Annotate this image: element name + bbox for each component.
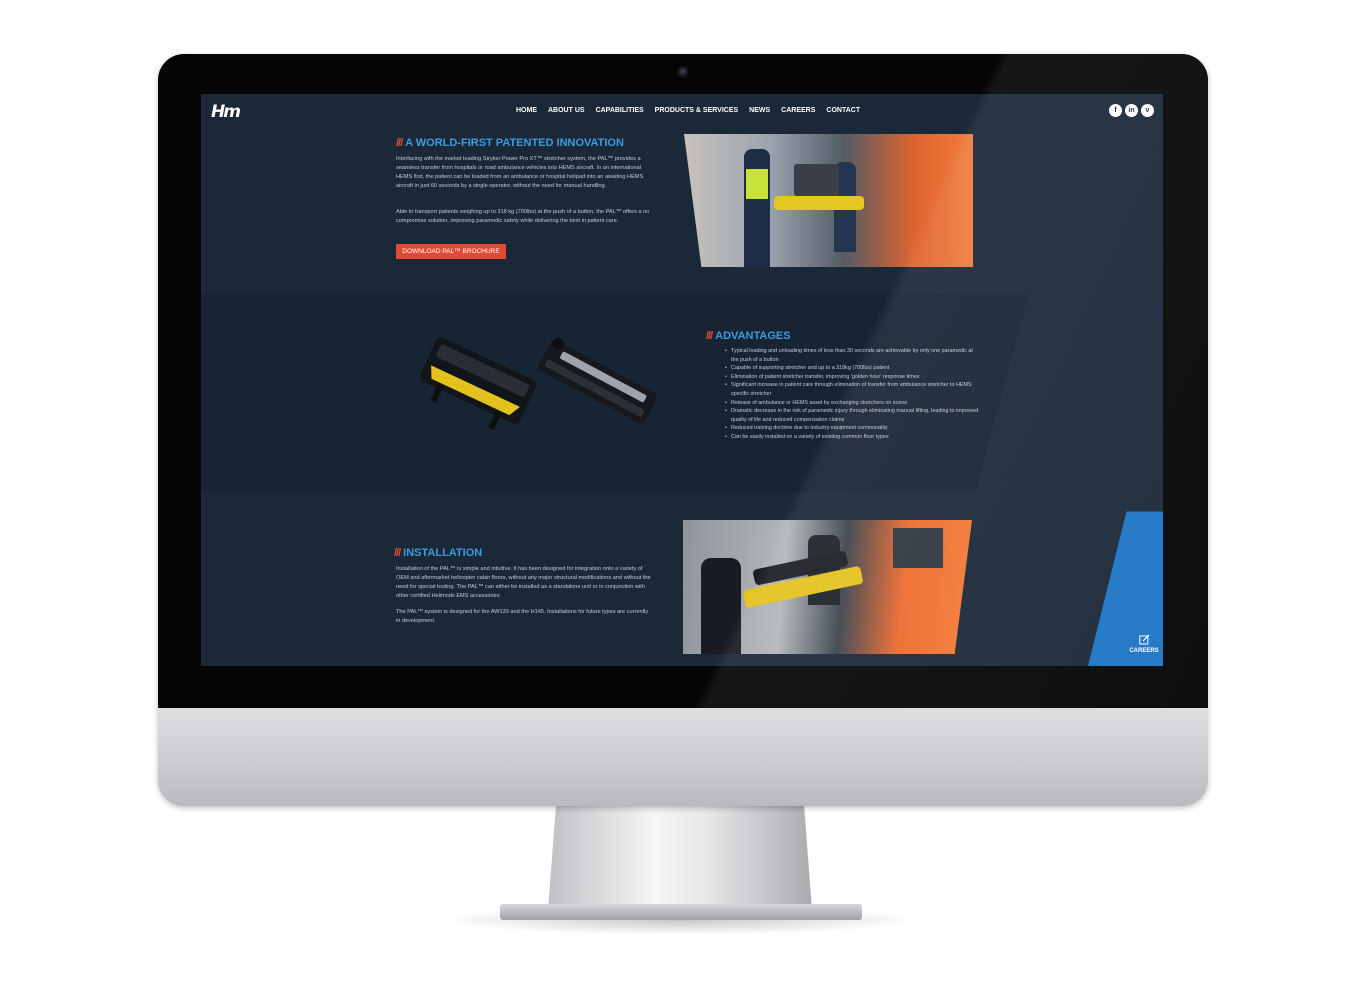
nav-about-us[interactable]: ABOUT US [548, 107, 585, 114]
advantages-title: ADVANTAGES [715, 330, 791, 342]
stretcher-right [538, 337, 657, 424]
nav-home[interactable]: HOME [516, 107, 537, 114]
installation-paragraph-1: Installation of the PAL™ is simple and i… [396, 566, 651, 599]
innovation-heading: ///A WORLD-FIRST PATENTED INNOVATION [396, 137, 624, 149]
nav-capabilities[interactable]: CAPABILITIES [596, 107, 644, 114]
site-logo[interactable]: Hm [211, 102, 241, 122]
photo-cabin-interior [893, 528, 943, 568]
installation-paragraph-2: The PAL™ system is designed for the AW13… [396, 609, 649, 624]
advantages-band [201, 294, 1029, 492]
innovation-paragraph-2: Able to transport patients weighing up t… [396, 209, 650, 224]
nav-contact[interactable]: CONTACT [826, 107, 860, 114]
paramedics-loading-photo [684, 134, 973, 267]
list-item: Elimination of patient stretcher transfe… [725, 373, 980, 382]
social-links: f in v [1109, 104, 1154, 117]
nav-careers[interactable]: CAREERS [781, 107, 815, 114]
monitor-bezel: Hm HOME ABOUT US CAPABILITIES PRODUCTS &… [158, 54, 1208, 708]
installation-photo [683, 520, 972, 654]
list-item: Capable of supporting stretcher and up t… [725, 364, 980, 373]
list-item: Release of ambulance or HEMS asset by ex… [725, 399, 980, 408]
photo-patient [794, 164, 839, 196]
heading-slash: /// [706, 330, 713, 342]
careers-tab[interactable]: CAREERS [1129, 634, 1159, 654]
advantages-list: Typical loading and unloading times of l… [717, 347, 980, 442]
linkedin-icon[interactable]: in [1125, 104, 1138, 117]
list-item: Reduced training doctrine due to industr… [725, 424, 980, 433]
installation-heading: ///INSTALLATION [394, 547, 482, 559]
list-item: Typical loading and unloading times of l… [725, 347, 980, 364]
careers-tab-label: CAREERS [1129, 648, 1159, 654]
list-item: Dramatic decrease in the risk of paramed… [725, 407, 980, 424]
innovation-title: A WORLD-FIRST PATENTED INNOVATION [405, 137, 624, 149]
top-nav: Hm HOME ABOUT US CAPABILITIES PRODUCTS &… [201, 94, 1163, 130]
list-item: Can be easily installed on a variety of … [725, 433, 980, 442]
stretcher-product-image [420, 337, 657, 430]
edit-icon [1138, 634, 1149, 645]
monitor-stand-base [500, 904, 862, 920]
facebook-icon[interactable]: f [1109, 104, 1122, 117]
photo-vest-1 [746, 169, 768, 199]
vimeo-icon[interactable]: v [1141, 104, 1154, 117]
heading-slash: /// [394, 547, 401, 559]
installation-title: INSTALLATION [403, 547, 483, 559]
advantages-heading: ///ADVANTAGES [706, 330, 791, 342]
photo-stretcher [774, 196, 864, 210]
photo-paramedic-1 [744, 149, 770, 267]
monitor-chin [158, 708, 1208, 806]
list-item: Significant increase in patient care thr… [725, 381, 980, 398]
download-brochure-button[interactable]: DOWNLOAD PAL™ BROCHURE [396, 244, 506, 259]
monitor: Hm HOME ABOUT US CAPABILITIES PRODUCTS &… [158, 54, 1208, 806]
camera-icon [677, 66, 689, 78]
nav-products-services[interactable]: PRODUCTS & SERVICES [655, 107, 739, 114]
heading-slash: /// [396, 137, 403, 149]
main-menu: HOME ABOUT US CAPABILITIES PRODUCTS & SE… [516, 107, 860, 114]
nav-news[interactable]: NEWS [749, 107, 770, 114]
stretcher-left [420, 337, 537, 430]
innovation-paragraph-1: Interfacing with the market leading Stry… [396, 156, 644, 189]
monitor-stand [548, 806, 812, 910]
photo-crew-1 [701, 558, 741, 654]
website-screen: Hm HOME ABOUT US CAPABILITIES PRODUCTS &… [201, 94, 1163, 666]
